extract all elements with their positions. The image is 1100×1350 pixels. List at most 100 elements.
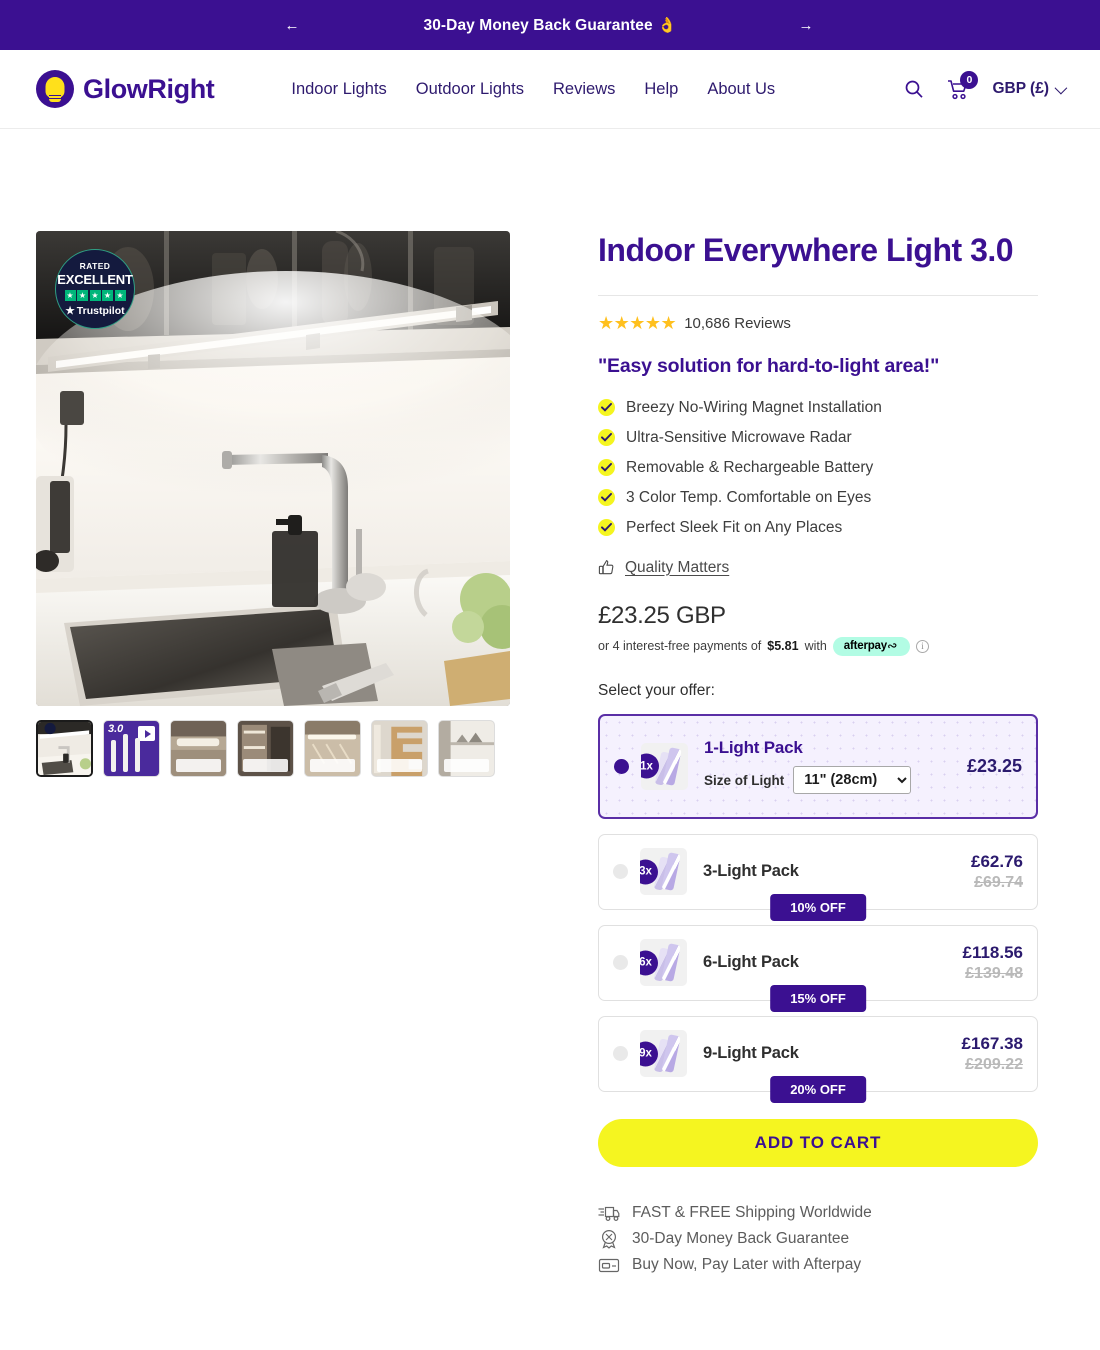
add-to-cart-button[interactable]: ADD TO CART [598, 1118, 1038, 1167]
offer-option-9-light-pack[interactable]: 9x 9-Light Pack £167.38 £209.22 20% OFF [598, 1015, 1038, 1103]
gallery-thumbnail-display-shelf[interactable] [438, 720, 495, 777]
offer-compare-price: £139.48 [965, 964, 1023, 982]
offer-discount-badge: 20% OFF [770, 1075, 866, 1103]
trustpilot-excellent-label: EXCELLENT [57, 272, 133, 287]
review-count: 10,686 Reviews [684, 314, 791, 332]
offer-name: 9-Light Pack [703, 1044, 799, 1063]
thumbnail-caption-bar [377, 759, 422, 772]
announcement-label: 30-Day Money Back Guarantee [423, 16, 653, 34]
trust-badge-label: Buy Now, Pay Later with Afterpay [632, 1255, 862, 1273]
offer-details: 9-Light Pack [703, 1044, 962, 1063]
offer-name: 3-Light Pack [703, 862, 799, 881]
announcement-next-arrow[interactable]: → [794, 13, 818, 37]
gallery-thumbnail-kitchen-sink[interactable] [36, 720, 93, 777]
trustpilot-star-icon: ★ [102, 290, 113, 301]
trustpilot-star-icon: ★ [64, 290, 76, 301]
trustpilot-name: Trustpilot [76, 305, 125, 317]
feature-label: Breezy No-Wiring Magnet Installation [626, 398, 882, 416]
trustpilot-wordmark: ★ Trustpilot [65, 305, 124, 317]
afterpay-label: afterpay [843, 639, 887, 652]
trust-badge-guarantee: 30-Day Money Back Guarantee [598, 1229, 1038, 1249]
announcement-prev-arrow[interactable]: ← [280, 13, 304, 37]
gallery-thumbnail-under-cabinet[interactable] [170, 720, 227, 777]
trust-badge-afterpay: Buy Now, Pay Later with Afterpay [598, 1256, 1038, 1274]
trustpilot-logo-star-icon: ★ [65, 305, 75, 317]
offer-option-1-light-pack[interactable]: 1x 1-Light Pack Size of Light 11" (28cm)… [598, 713, 1038, 819]
thumbs-up-icon [598, 559, 614, 575]
size-selector-row: Size of Light 11" (28cm) [704, 766, 967, 795]
quality-matters-link-row[interactable]: Quality Matters [598, 559, 1038, 577]
offer-option-3-light-pack[interactable]: 3x 3-Light Pack £62.76 £69.74 10% OFF [598, 833, 1038, 921]
announcement-bar: ← 30-Day Money Back Guarantee 👌 → [0, 0, 1100, 50]
offer-thumbnail: 9x [640, 1030, 687, 1078]
size-select[interactable]: 11" (28cm) [793, 766, 912, 795]
gallery-thumbnail-wardrobe-rail[interactable] [304, 720, 361, 777]
trust-badge-shipping: FAST & FREE Shipping Worldwide [598, 1204, 1038, 1222]
play-icon[interactable] [138, 726, 155, 741]
check-circle-icon [598, 429, 615, 447]
trustpilot-star-icon: ★ [114, 290, 126, 301]
offer-thumbnail: 6x [640, 939, 687, 987]
gallery-thumbnail-staircase[interactable] [371, 720, 428, 777]
lightbulb-logo-icon [36, 70, 74, 108]
size-label: Size of Light [704, 772, 785, 788]
offer-price: £23.25 [966, 755, 1022, 776]
check-circle-icon [598, 489, 615, 507]
offer-price-block: £118.56 £139.48 [962, 943, 1023, 983]
main-navigation: Indoor Lights Outdoor Lights Reviews Hel… [291, 80, 775, 99]
nav-item-about-us[interactable]: About Us [707, 80, 775, 99]
feature-label: 3 Color Temp. Comfortable on Eyes [626, 488, 872, 506]
thumbnail-caption-bar [444, 759, 489, 772]
quality-matters-link[interactable]: Quality Matters [625, 559, 729, 577]
nav-item-help[interactable]: Help [644, 80, 678, 99]
feature-label: Removable & Rechargeable Battery [626, 458, 874, 476]
offer-radio[interactable] [613, 955, 628, 971]
product-page: RATED EXCELLENT ★ ★ ★ ★ ★ ★ Trustpilot 3… [0, 129, 1100, 1274]
offer-details: 3-Light Pack [703, 862, 971, 881]
product-details: Indoor Everywhere Light 3.0 ★★★★★ 10,686… [598, 129, 1038, 1274]
nav-item-reviews[interactable]: Reviews [553, 80, 615, 99]
offer-price: £118.56 [962, 942, 1023, 962]
feature-item: Perfect Sleek Fit on Any Places [598, 519, 1038, 537]
info-icon[interactable]: i [915, 639, 929, 653]
guarantee-badge-icon [601, 1229, 617, 1249]
thumbnail-caption-bar [310, 759, 355, 772]
select-offer-label: Select your offer: [598, 681, 715, 699]
offer-radio[interactable] [613, 864, 628, 880]
product-price: £23.25 GBP [598, 601, 726, 629]
gallery-thumbnail-pantry-shelves[interactable] [237, 720, 294, 777]
check-circle-icon [598, 519, 615, 537]
search-icon[interactable] [904, 79, 924, 99]
site-header: GlowRight Indoor Lights Outdoor Lights R… [0, 50, 1100, 129]
afterpay-logo-icon: afterpay [832, 636, 910, 656]
divider [598, 294, 1038, 296]
rating-row[interactable]: ★★★★★ 10,686 Reviews [598, 313, 1038, 334]
offer-list: 1x 1-Light Pack Size of Light 11" (28cm)… [598, 713, 1038, 1103]
rating-stars-icon: ★★★★★ [598, 312, 677, 333]
gallery-thumbnail-product-video[interactable]: 3.0 [103, 720, 160, 777]
chevron-down-icon [1054, 81, 1068, 94]
trustpilot-rated-label: RATED [79, 261, 111, 271]
currency-label: GBP (£) [992, 80, 1049, 97]
thumbnail-caption-bar [243, 759, 288, 772]
offer-thumbnail: 3x [640, 848, 687, 896]
afterpay-mark-icon [888, 642, 897, 648]
offer-option-6-light-pack[interactable]: 6x 6-Light Pack £118.56 £139.48 15% OFF [598, 924, 1038, 1012]
cart-icon[interactable]: 0 [947, 70, 979, 100]
offer-price: £167.38 [961, 1033, 1023, 1053]
offer-discount-badge: 15% OFF [770, 984, 866, 1012]
installment-prefix: or 4 interest-free payments of [598, 639, 762, 654]
announcement-text: 30-Day Money Back Guarantee 👌 [423, 16, 676, 35]
hero-product-image[interactable]: RATED EXCELLENT ★ ★ ★ ★ ★ ★ Trustpilot [36, 231, 510, 706]
offer-name: 1-Light Pack [704, 738, 803, 758]
nav-item-indoor-lights[interactable]: Indoor Lights [291, 80, 386, 99]
offer-name: 6-Light Pack [703, 953, 799, 972]
nav-item-outdoor-lights[interactable]: Outdoor Lights [416, 80, 524, 99]
offer-radio[interactable] [613, 1046, 628, 1062]
offer-radio-selected[interactable] [614, 758, 629, 774]
feature-item: Ultra-Sensitive Microwave Radar [598, 429, 1038, 447]
brand-logo[interactable]: GlowRight [36, 70, 215, 108]
product-title: Indoor Everywhere Light 3.0 [598, 232, 1014, 268]
currency-selector[interactable]: GBP (£) [992, 80, 1068, 98]
product-gallery: RATED EXCELLENT ★ ★ ★ ★ ★ ★ Trustpilot 3… [36, 129, 548, 1274]
